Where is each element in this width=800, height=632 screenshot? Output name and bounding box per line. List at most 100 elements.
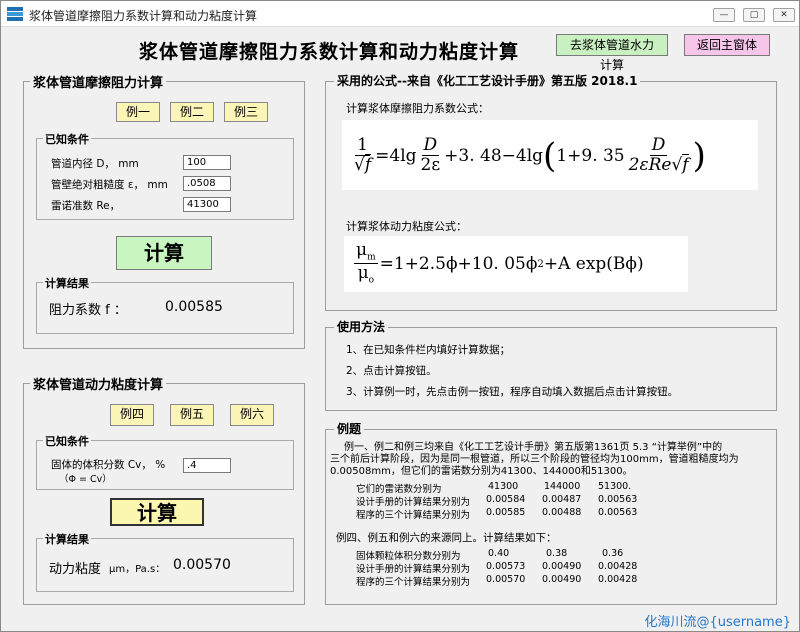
t1-row3-c2: 0.00488 (542, 507, 582, 518)
friction-group-title: 浆体管道摩擦阻力计算 (30, 72, 167, 91)
t2-row1-c3: 0.36 (602, 548, 624, 559)
return-main-button[interactable]: 返回主窗体 (684, 34, 770, 56)
t1-row3-label: 程序的三个计算结果分别为 (356, 510, 471, 521)
water-calc-button[interactable]: 去浆体管道水力计算 (556, 34, 668, 72)
maximize-button[interactable]: ▢ (743, 8, 765, 22)
viscosity-formula: μm μo =1+2.5ϕ+10. 05ϕ 2 +A exp(Bϕ) (344, 236, 688, 292)
example-5-button[interactable]: 例五 (170, 404, 214, 426)
t1-row2-c1: 0.00584 (486, 494, 526, 505)
t1-row1-c3: 51300. (598, 481, 632, 492)
t2-row2-label: 设计手册的计算结果分别为 (356, 564, 471, 575)
f2-sub-o: o (368, 275, 375, 286)
usage-line-1: 1、在已知条件栏内填好计算数据； (346, 344, 511, 356)
f1-two-eps: 2ε (420, 155, 441, 176)
examples-intro-2: 三个前后计算阶段，因为是同一根管道，所以三个阶段的管径均为100mm，管道粗糙度… (330, 454, 739, 465)
minimize-button[interactable]: — (713, 8, 735, 22)
viscosity-group: 浆体管道动力粘度计算 例四 例五 例六 已知条件 固体的体积分数 Cv， % （… (23, 374, 305, 605)
t1-row1-c2: 144000 (544, 481, 581, 492)
usage-line-2: 2、点击计算按钮。 (346, 365, 437, 377)
t2-row2-c2: 0.00490 (542, 561, 582, 572)
viscosity-result-label: 动力粘度 (49, 562, 102, 577)
friction-formula-caption: 计算浆体摩擦阻力系数公式： (346, 102, 489, 115)
viscosity-result-symbol: μm，Pa.s： (109, 564, 166, 575)
t2-row1-c2: 0.38 (546, 548, 568, 559)
friction-known-conditions: 已知条件 管道内径 D， mm 100 管壁绝对粗糙度 ε， mm .0508 … (36, 131, 294, 220)
viscosity-result-box: 计算结果 动力粘度 μm，Pa.s： 0.00570 (36, 531, 294, 592)
t1-row1-label: 它们的雷诺数分别为 (356, 484, 442, 495)
app-icon (7, 7, 23, 21)
roughness-label: 管壁绝对粗糙度 ε， mm (51, 179, 168, 191)
viscosity-group-title: 浆体管道动力粘度计算 (30, 374, 167, 393)
examples-intro-3: 0.00508mm，但它们的雷诺数分别为41300、144000和51300。 (330, 466, 633, 477)
t2-row3-c2: 0.00490 (542, 574, 582, 585)
examples-group-title: 例题 (334, 420, 365, 437)
f1-D2: D (649, 135, 668, 157)
f1-D: D (421, 135, 440, 157)
app-window: 浆体管道摩擦阻力系数计算和动力粘度计算 — ▢ ✕ 浆体管道摩擦阻力系数计算和动… (0, 0, 800, 632)
t2-row3-c1: 0.00570 (486, 574, 526, 585)
viscosity-result-value: 0.00570 (173, 557, 231, 573)
f2-rhs2: +A exp(Bϕ) (543, 254, 644, 274)
t2-row2-c1: 0.00573 (486, 561, 526, 572)
f2-mu-o: μ (357, 262, 369, 283)
viscosity-calc-button[interactable]: 计算 (110, 498, 204, 526)
roughness-input[interactable]: .0508 (183, 176, 231, 191)
example-4-button[interactable]: 例四 (110, 404, 154, 426)
title-bar: 浆体管道摩擦阻力系数计算和动力粘度计算 — ▢ ✕ (1, 1, 799, 27)
example-3-button[interactable]: 例三 (224, 102, 268, 122)
t2-row3-label: 程序的三个计算结果分别为 (356, 577, 471, 588)
reynolds-input[interactable]: 41300 (183, 197, 231, 212)
reynolds-label: 雷诺准数 Re， (51, 200, 121, 212)
usage-group: 使用方法 1、在已知条件栏内填好计算数据； 2、点击计算按钮。 3、计算例一时，… (325, 318, 777, 411)
t1-row1-c1: 41300 (488, 481, 519, 492)
formula-group: 采用的公式--来自《化工工艺设计手册》第五版 2018.1 计算浆体摩擦阻力系数… (325, 72, 777, 311)
pipe-diameter-label: 管道内径 D， mm (51, 158, 139, 170)
t1-row2-label: 设计手册的计算结果分别为 (356, 497, 471, 508)
close-button[interactable]: ✕ (773, 8, 795, 22)
f1-one-plus: 1+9. 35 (556, 146, 625, 166)
friction-known-title: 已知条件 (43, 131, 91, 147)
example-2-button[interactable]: 例二 (170, 102, 214, 122)
f2-mu-m: μ (356, 239, 368, 260)
friction-group: 浆体管道摩擦阻力计算 例一 例二 例三 已知条件 管道内径 D， mm 100 … (23, 72, 305, 349)
f1-plus: +3. 48−4lg (444, 146, 544, 166)
friction-calc-button[interactable]: 计算 (116, 236, 212, 270)
viscosity-known-title: 已知条件 (43, 433, 91, 449)
t1-row3-c3: 0.00563 (598, 507, 638, 518)
f1-sqrt-f: f (364, 154, 372, 176)
examples-intro-1: 例一、例二和例三均来自《化工工艺设计手册》第五版第1361页 5.3 “计算举例… (344, 442, 723, 453)
volume-fraction-sub: （Φ = Cv） (59, 474, 112, 485)
volume-fraction-input[interactable]: .4 (183, 458, 231, 473)
window-title: 浆体管道摩擦阻力系数计算和动力粘度计算 (29, 9, 258, 23)
f1-paren-close: ) (692, 136, 706, 176)
friction-result-label: 阻力系数 f ： (49, 303, 127, 318)
pipe-diameter-input[interactable]: 100 (183, 155, 231, 170)
volume-fraction-label: 固体的体积分数 Cv， % (51, 459, 166, 471)
f1-eq: =4lg (375, 146, 417, 166)
examples-group: 例题 例一、例二和例三均来自《化工工艺设计手册》第五版第1361页 5.3 “计… (325, 420, 777, 605)
example-6-button[interactable]: 例六 (230, 404, 274, 426)
usage-line-3: 3、计算例一时，先点击例一按钮，程序自动填入数据后点击计算按钮。 (346, 386, 679, 398)
friction-result-value: 0.00585 (165, 299, 223, 315)
example-1-button[interactable]: 例一 (116, 102, 160, 122)
f2-sub-m: m (367, 252, 376, 263)
usage-group-title: 使用方法 (334, 318, 389, 335)
friction-result-title: 计算结果 (43, 275, 91, 291)
friction-result-box: 计算结果 阻力系数 f ： 0.00585 (36, 275, 294, 334)
formula-group-title: 采用的公式--来自《化工工艺设计手册》第五版 2018.1 (334, 72, 641, 89)
t1-row2-c2: 0.00487 (542, 494, 582, 505)
t1-row2-c3: 0.00563 (598, 494, 638, 505)
t1-row3-c1: 0.00585 (486, 507, 526, 518)
t2-row1-c1: 0.40 (488, 548, 510, 559)
watermark: 化海川流@{username} (644, 615, 791, 630)
f2-rhs: =1+2.5ϕ+10. 05ϕ (379, 254, 538, 274)
t2-row1-label: 固体颗粒体积分数分别为 (356, 551, 461, 562)
f1-paren-open: ( (543, 136, 557, 176)
t2-row2-c3: 0.00428 (598, 561, 638, 572)
f1-den2-sqrt: f (682, 154, 689, 176)
examples-intro2: 例四、例五和例六的来源同上。计算结果如下： (336, 532, 557, 544)
friction-formula: 1 √f =4lg D 2ε +3. 48−4lg ( 1+9. 35 D 2ε… (342, 120, 758, 190)
t2-row3-c3: 0.00428 (598, 574, 638, 585)
viscosity-known-conditions: 已知条件 固体的体积分数 Cv， % （Φ = Cv） .4 (36, 433, 294, 490)
page-title: 浆体管道摩擦阻力系数计算和动力粘度计算 (139, 41, 520, 63)
